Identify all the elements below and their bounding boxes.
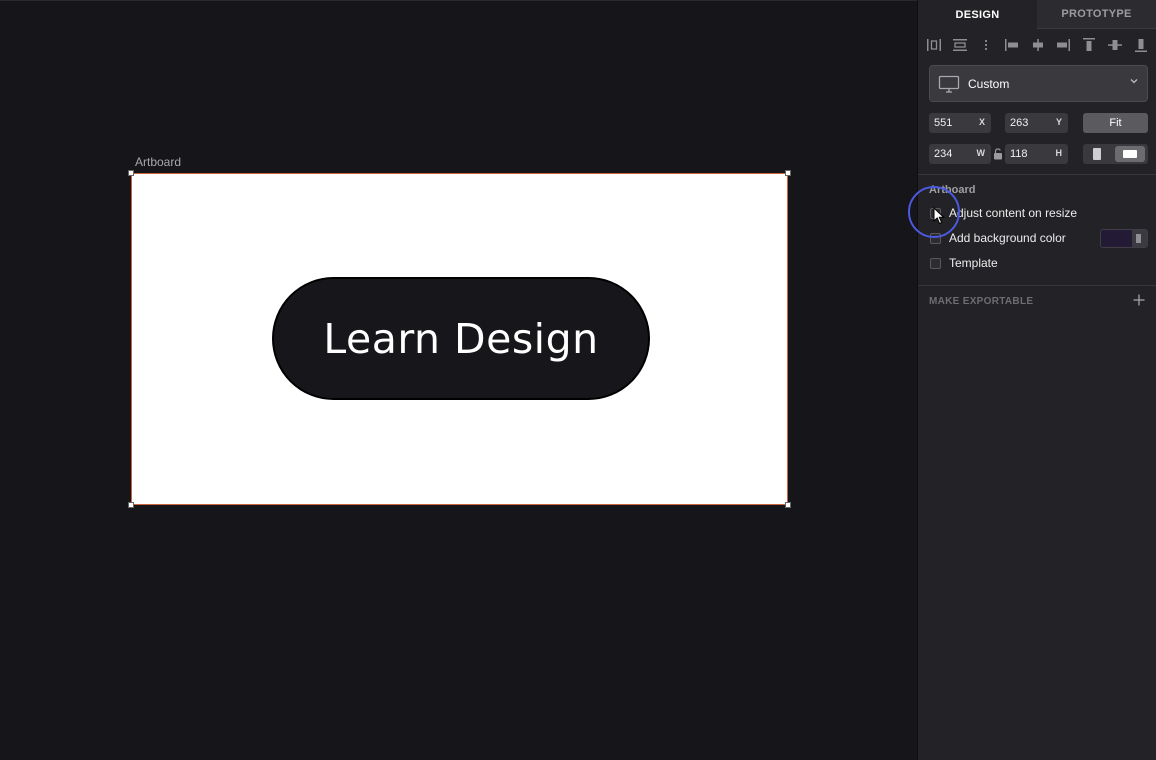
template-label[interactable]: Template	[949, 256, 998, 270]
preset-label: Custom	[968, 76, 1010, 91]
width-unit-label: W	[976, 148, 986, 158]
learn-design-button[interactable]: Learn Design	[272, 277, 650, 400]
height-field[interactable]: 118 H	[1005, 144, 1068, 164]
chevron-down-icon	[1130, 79, 1138, 84]
resize-handle-bottom-left[interactable]	[128, 502, 134, 508]
unlock-icon[interactable]	[993, 148, 1003, 160]
align-bottom-icon[interactable]	[1133, 37, 1149, 53]
section-divider	[918, 285, 1156, 286]
alignment-toolbar	[926, 36, 1149, 54]
resize-handle-top-left[interactable]	[128, 170, 134, 176]
artboard-preset-dropdown[interactable]: Custom	[929, 65, 1148, 102]
align-top-icon[interactable]	[1081, 37, 1097, 53]
template-checkbox[interactable]	[930, 257, 941, 269]
x-position-field[interactable]: 551 X	[929, 113, 991, 133]
learn-design-button-label: Learn Design	[323, 314, 599, 363]
inspector-tabs: DESIGN PROTOTYPE	[918, 0, 1156, 29]
height-value[interactable]: 118	[1010, 148, 1028, 160]
align-middle-icon[interactable]	[1107, 37, 1123, 53]
inspector-panel: DESIGN PROTOTYPE Custom 551 X 263 Y Fit …	[917, 0, 1156, 760]
height-unit-label: H	[1055, 148, 1063, 158]
fit-button[interactable]: Fit	[1083, 113, 1148, 133]
background-color-option[interactable]: Add background color	[930, 230, 1066, 246]
make-exportable-label: MAKE EXPORTABLE	[929, 296, 1034, 307]
tab-prototype[interactable]: PROTOTYPE	[1037, 0, 1156, 29]
more-vertical-icon[interactable]	[978, 37, 994, 53]
resize-handle-bottom-right[interactable]	[785, 502, 791, 508]
tab-design[interactable]: DESIGN	[918, 0, 1037, 29]
align-distribute-horizontal-icon[interactable]	[926, 37, 942, 53]
resize-handle-top-right[interactable]	[785, 170, 791, 176]
x-value[interactable]: 551	[934, 117, 952, 129]
background-color-swatch[interactable]	[1100, 229, 1148, 248]
artboard-title[interactable]: Artboard	[135, 155, 181, 169]
align-center-horizontal-icon[interactable]	[1030, 37, 1046, 53]
portrait-orientation-icon[interactable]	[1093, 148, 1101, 160]
y-value[interactable]: 263	[1010, 117, 1028, 129]
canvas[interactable]: Artboard Learn Design	[0, 0, 917, 760]
landscape-orientation-icon	[1123, 150, 1137, 158]
y-unit-label: Y	[1055, 117, 1062, 127]
mouse-pointer-icon	[933, 207, 945, 225]
align-right-icon[interactable]	[1055, 37, 1071, 53]
background-color-label[interactable]: Add background color	[949, 231, 1066, 245]
orientation-toggle	[1083, 144, 1148, 164]
align-distribute-vertical-icon[interactable]	[952, 37, 968, 53]
x-unit-label: X	[978, 117, 985, 127]
template-option[interactable]: Template	[930, 255, 998, 271]
adjust-content-label[interactable]: Adjust content on resize	[949, 206, 1077, 220]
monitor-icon	[938, 75, 960, 93]
width-value[interactable]: 234	[934, 148, 952, 160]
swatch-color	[1101, 230, 1132, 247]
y-position-field[interactable]: 263 Y	[1005, 113, 1068, 133]
section-divider	[918, 174, 1156, 175]
add-export-icon[interactable]	[1133, 294, 1145, 306]
width-field[interactable]: 234 W	[929, 144, 991, 164]
artboard[interactable]: Learn Design	[128, 170, 791, 508]
align-left-icon[interactable]	[1004, 37, 1020, 53]
swatch-picker	[1132, 230, 1147, 247]
